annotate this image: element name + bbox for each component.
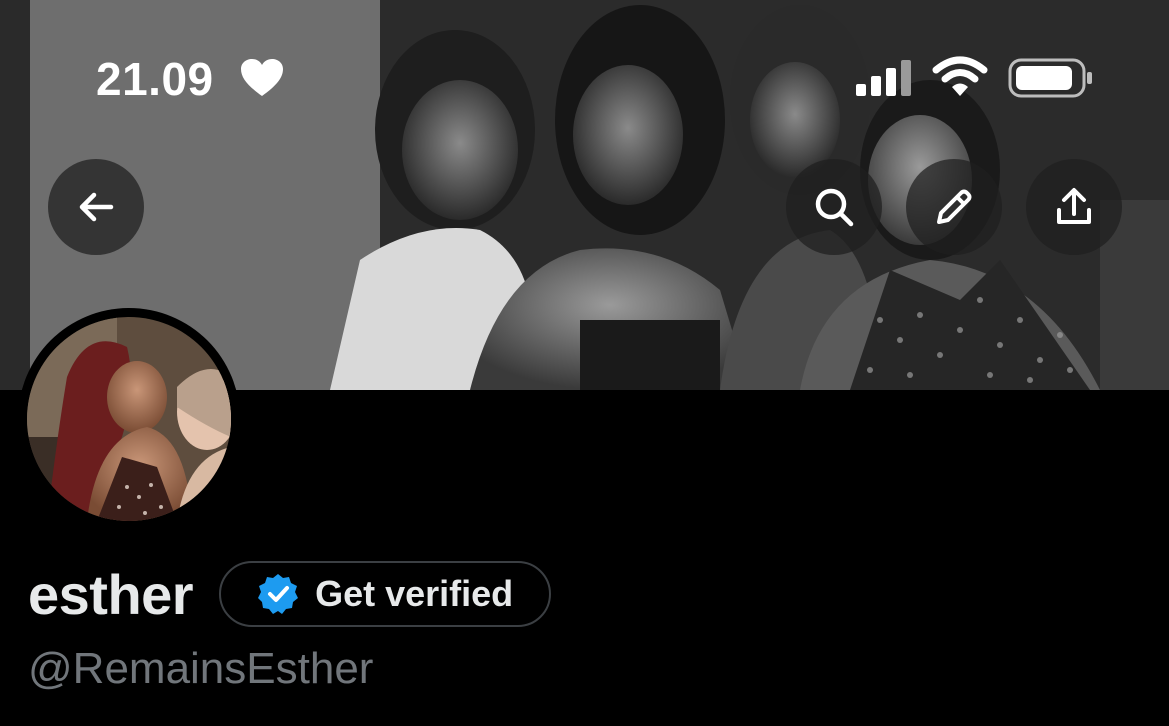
get-verified-button[interactable]: Get verified (219, 561, 552, 627)
get-verified-label: Get verified (315, 573, 514, 614)
verified-badge-icon (258, 574, 299, 614)
arrow-left-icon (79, 192, 114, 222)
battery-icon (1008, 58, 1092, 98)
status-bar: 21.09 (0, 0, 1169, 160)
share-button[interactable] (1026, 159, 1122, 255)
avatar-photo (27, 317, 231, 521)
cellular-signal-icon (856, 60, 911, 96)
profile-name-row: esther Get verified (28, 556, 552, 632)
status-time: 21.09 (96, 53, 214, 105)
display-name: esther (28, 562, 194, 626)
back-button[interactable] (48, 159, 144, 255)
user-handle: @RemainsEsther (28, 644, 374, 693)
search-button[interactable] (786, 159, 882, 255)
wifi-icon (932, 56, 988, 96)
share-upload-icon (1057, 188, 1091, 224)
heart-icon (241, 59, 283, 96)
edit-button[interactable] (906, 159, 1002, 255)
profile-avatar[interactable] (18, 308, 240, 530)
pencil-icon (937, 189, 972, 224)
search-icon (815, 188, 854, 227)
